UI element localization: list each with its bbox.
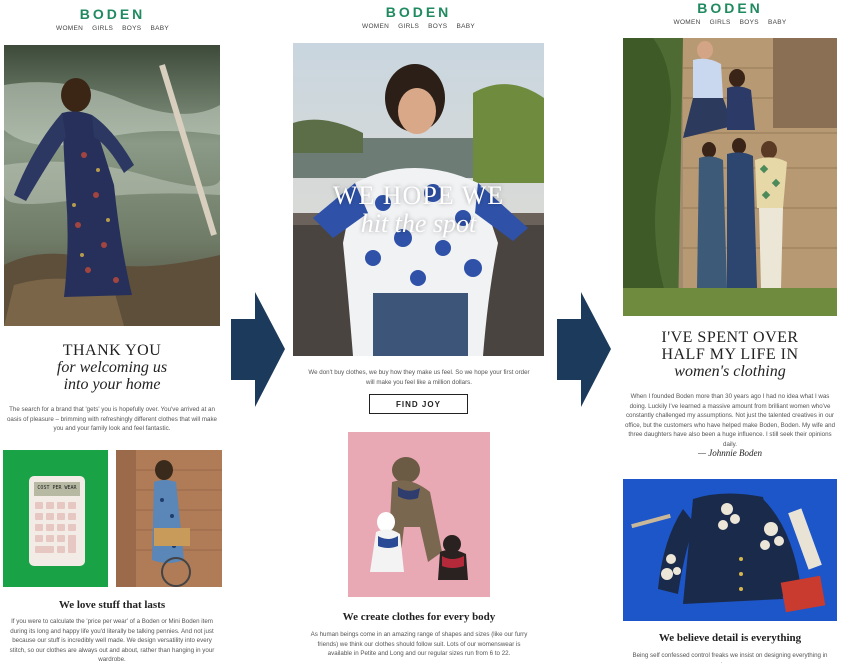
hero-overlay-line1: WE HOPE WE bbox=[332, 181, 505, 210]
signature: — Johnnie Boden bbox=[623, 448, 837, 458]
brand-logo[interactable]: BODEN bbox=[293, 4, 544, 20]
email2-subhead: We create clothes for every body bbox=[342, 611, 496, 623]
email1-headline-line3: into your home bbox=[63, 375, 161, 393]
nav-baby[interactable]: BABY bbox=[456, 23, 475, 30]
email1-body2: If you were to calculate the 'price per … bbox=[9, 618, 215, 663]
calculator-photo: COST PER WEAR bbox=[3, 450, 108, 587]
nav-girls[interactable]: GIRLS bbox=[398, 23, 419, 30]
nav-boys[interactable]: BOYS bbox=[122, 25, 141, 32]
main-nav: WOMEN GIRLS BOYS BABY bbox=[0, 25, 225, 32]
family-photo bbox=[623, 38, 837, 316]
nav-girls[interactable]: GIRLS bbox=[710, 19, 731, 26]
email1-body: The search for a brand that 'gets' you i… bbox=[6, 406, 217, 433]
hero-photo-woman-sea bbox=[4, 45, 220, 326]
nav-boys[interactable]: BOYS bbox=[740, 19, 759, 26]
brand-logo[interactable]: BODEN bbox=[0, 6, 225, 22]
nav-women[interactable]: WOMEN bbox=[674, 19, 701, 26]
hero-overlay-line2: hit the spot bbox=[360, 209, 477, 238]
nav-women[interactable]: WOMEN bbox=[56, 25, 83, 32]
signature-dash: — bbox=[698, 448, 709, 458]
email-column-1: BODEN WOMEN GIRLS BOYS BABY bbox=[0, 0, 225, 32]
email-column-3: BODEN WOMEN GIRLS BOYS BABY bbox=[623, 0, 837, 26]
calculator-display: COST PER WEAR bbox=[37, 485, 77, 491]
main-nav: WOMEN GIRLS BOYS BABY bbox=[623, 19, 837, 26]
dogs-photo bbox=[348, 432, 490, 597]
email1-headline: THANK YOU for welcoming us into your hom… bbox=[4, 342, 220, 393]
email3-subhead: We believe detail is everything bbox=[658, 632, 802, 644]
email-column-2: BODEN WOMEN GIRLS BOYS BABY bbox=[293, 0, 544, 30]
bicycle-photo bbox=[116, 450, 222, 587]
email1-subhead: We love stuff that lasts bbox=[58, 599, 166, 611]
signature-name: Johnnie Boden bbox=[708, 448, 762, 458]
detail-photo bbox=[623, 479, 837, 621]
email3-body: When I founded Boden more than 30 years … bbox=[624, 393, 836, 449]
hero-photo-blue-shirt: WE HOPE WE hit the spot bbox=[293, 43, 544, 356]
nav-boys[interactable]: BOYS bbox=[428, 23, 447, 30]
email3-headline-line3: women's clothing bbox=[674, 362, 786, 380]
find-joy-button[interactable]: FIND JOY bbox=[369, 394, 468, 414]
email3-body2: Being self confessed control freaks we i… bbox=[632, 652, 828, 663]
email2-body: We don't buy clothes, we buy how they ma… bbox=[308, 369, 530, 386]
email1-headline-line1: THANK YOU bbox=[62, 342, 162, 359]
nav-baby[interactable]: BABY bbox=[150, 25, 169, 32]
brand-logo[interactable]: BODEN bbox=[623, 0, 837, 16]
main-nav: WOMEN GIRLS BOYS BABY bbox=[293, 23, 544, 30]
nav-baby[interactable]: BABY bbox=[768, 19, 787, 26]
nav-girls[interactable]: GIRLS bbox=[92, 25, 113, 32]
nav-women[interactable]: WOMEN bbox=[362, 23, 389, 30]
email3-headline-line2: HALF MY LIFE IN bbox=[661, 345, 799, 363]
email3-headline: I'VE SPENT OVER HALF MY LIFE IN women's … bbox=[623, 329, 837, 380]
email3-headline-line1: I'VE SPENT OVER bbox=[661, 329, 799, 346]
flow-arrow-right-icon bbox=[231, 292, 285, 407]
email1-headline-line2: for welcoming us bbox=[56, 358, 168, 376]
flow-arrow-right-icon bbox=[557, 292, 611, 407]
email2-body2: As human beings come in an amazing range… bbox=[310, 631, 528, 658]
